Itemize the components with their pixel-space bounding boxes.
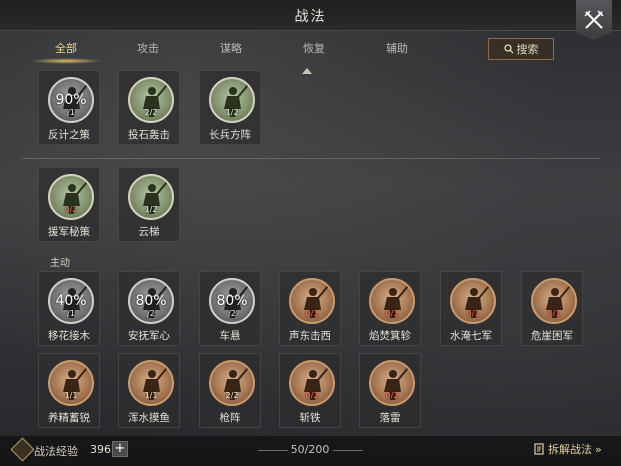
skill-progress: 80%	[216, 293, 248, 309]
section-divider	[22, 158, 600, 159]
warrior-icon: 0/2	[48, 174, 94, 220]
tab-attack[interactable]: 攻击	[113, 40, 183, 56]
warrior-icon: 1/1	[128, 360, 174, 406]
skill-name: 车悬	[219, 330, 241, 342]
skill-card[interactable]: 0/2 落雷	[359, 353, 421, 428]
warrior-icon: 0/2	[369, 360, 415, 406]
tab-all[interactable]: 全部	[31, 40, 101, 56]
skill-card[interactable]: 2/2 投石轰击	[118, 70, 180, 145]
skill-card[interactable]: 1/1 养精蓄锐	[38, 353, 100, 428]
skill-card[interactable]: 90%/1 反计之策	[38, 70, 100, 145]
document-icon	[534, 443, 544, 455]
skill-card[interactable]: 0/1 声东击西	[279, 271, 341, 346]
page-title: 战法	[294, 9, 327, 25]
search-icon	[503, 44, 513, 54]
warrior-icon: 2/2	[209, 360, 255, 406]
skill-name: 援军秘策	[48, 226, 90, 238]
warrior-icon: 40%/1	[48, 278, 94, 324]
skill-name: 投石轰击	[128, 129, 170, 141]
skill-name: 移花接木	[48, 330, 90, 342]
skill-name: 安抚军心	[128, 330, 170, 342]
skill-count: 0/1	[305, 309, 319, 318]
skill-count: /2	[147, 309, 155, 318]
skill-count: 2/2	[144, 108, 158, 117]
skill-card[interactable]: 40%/1 移花接木	[38, 271, 100, 346]
skill-name: 声东击西	[289, 330, 331, 342]
tab-support[interactable]: 辅助	[362, 40, 432, 56]
skill-count: 50/200	[290, 443, 330, 456]
skill-count: 1/1	[64, 391, 78, 400]
skill-progress: 80%	[135, 293, 167, 309]
active-tab-glow	[30, 58, 102, 64]
skill-progress: 40%	[55, 293, 87, 309]
skill-card[interactable]: 2/2 枪阵	[199, 353, 261, 428]
skill-name: 落雷	[379, 412, 401, 424]
close-button[interactable]	[576, 0, 612, 40]
warrior-icon: 0/1	[369, 278, 415, 324]
warrior-icon: 90%/1	[48, 77, 94, 123]
skill-card[interactable]: 0/1 危崖困军	[521, 271, 583, 346]
tab-strategy[interactable]: 谋略	[196, 40, 266, 56]
search-label: 搜索	[516, 43, 539, 56]
chevron-right-icon: »	[595, 442, 602, 456]
skill-card[interactable]: 0/1 水淹七军	[440, 271, 502, 346]
skill-count: 0/1	[466, 309, 480, 318]
warrior-icon: 80%/2	[209, 278, 255, 324]
skill-count: /2	[228, 309, 236, 318]
skill-card[interactable]: 1/1 浑水摸鱼	[118, 353, 180, 428]
skill-name: 浑水摸鱼	[128, 412, 170, 424]
skill-card[interactable]: 1/2 云梯	[118, 167, 180, 242]
warrior-icon: 0/1	[531, 278, 577, 324]
skill-name: 云梯	[138, 226, 160, 238]
skill-count: /1	[67, 309, 75, 318]
add-exp-button[interactable]: +	[112, 441, 128, 457]
warrior-icon: 0/1	[289, 278, 335, 324]
skill-name: 反计之策	[48, 129, 90, 141]
skill-name: 水淹七军	[450, 330, 492, 342]
skill-card[interactable]: 80%/2 车悬	[199, 271, 261, 346]
skill-count: 0/2	[305, 391, 319, 400]
skill-progress: 90%	[55, 92, 87, 108]
skill-card[interactable]: 0/2 援军秘策	[38, 167, 100, 242]
crossed-swords-icon	[584, 10, 604, 29]
skill-count: 0/1	[385, 309, 399, 318]
section-active-label: 主动	[50, 258, 70, 269]
skill-card[interactable]: 0/1 焰焚箕轸	[359, 271, 421, 346]
skill-name: 枪阵	[219, 412, 241, 424]
warrior-icon: 1/2	[209, 77, 255, 123]
skill-name: 焰焚箕轸	[369, 330, 411, 342]
warrior-icon: 0/2	[289, 360, 335, 406]
disband-label: 拆解战法	[548, 443, 592, 456]
skill-card[interactable]: 1/2 长兵方阵	[199, 70, 261, 145]
exp-label: 战法经验	[34, 445, 78, 458]
search-button[interactable]: 搜索	[488, 38, 554, 60]
divider-line	[333, 450, 363, 451]
warrior-icon: 1/2	[128, 174, 174, 220]
warrior-icon: 80%/2	[128, 278, 174, 324]
skill-name: 长兵方阵	[209, 129, 251, 141]
skill-count: 1/2	[144, 205, 158, 214]
warrior-icon: 1/1	[48, 360, 94, 406]
skill-count: 0/2	[64, 205, 78, 214]
skill-name: 危崖困军	[531, 330, 573, 342]
skill-name: 养精蓄锐	[48, 412, 90, 424]
warrior-icon: 0/1	[450, 278, 496, 324]
disband-button[interactable]: 拆解战法 »	[534, 441, 602, 457]
skill-count: 2/2	[225, 391, 239, 400]
warrior-icon: 2/2	[128, 77, 174, 123]
skill-count: /1	[67, 108, 75, 117]
skill-count: 0/2	[385, 391, 399, 400]
caret-up-icon	[302, 68, 312, 74]
skill-count: 1/1	[144, 391, 158, 400]
skill-card[interactable]: 80%/2 安抚军心	[118, 271, 180, 346]
skill-count: 1/2	[225, 108, 239, 117]
skill-card[interactable]: 0/2 斩铁	[279, 353, 341, 428]
tab-recover[interactable]: 恢复	[279, 40, 349, 56]
skill-count: 0/1	[547, 309, 561, 318]
skill-name: 斩铁	[299, 412, 321, 424]
